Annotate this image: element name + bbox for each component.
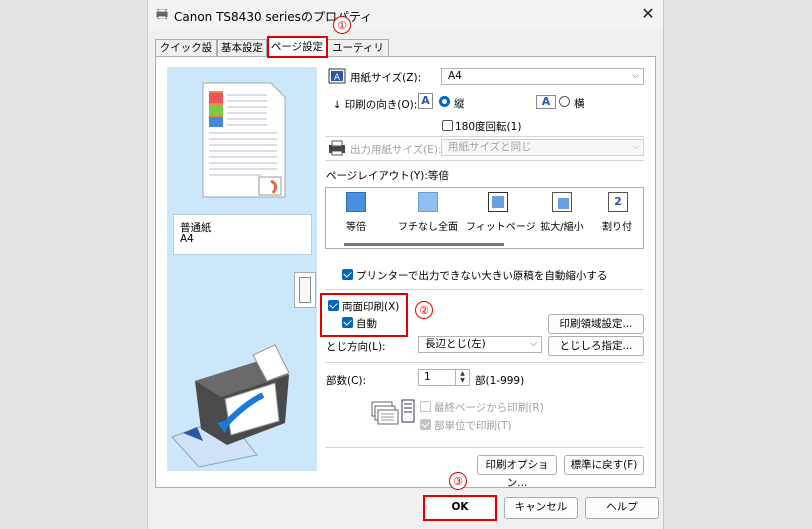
landscape-radio[interactable] — [559, 96, 570, 107]
printer-illustration-icon — [171, 344, 290, 467]
close-icon[interactable]: ✕ — [638, 4, 658, 24]
svg-text:A: A — [334, 73, 341, 83]
tab-main[interactable]: 基本設定 — [217, 39, 267, 56]
layout-multipage-icon: 2 — [608, 192, 628, 212]
printer-icon — [156, 9, 168, 19]
binding-value: 長辺とじ(左) — [425, 338, 486, 350]
layout-scaled-item[interactable]: 拡大/縮小 — [534, 192, 590, 233]
layout-fit-item[interactable]: フィットページ — [466, 192, 536, 233]
layout-borderless-label: フチなし全面 — [398, 222, 458, 233]
binding-select[interactable]: 長辺とじ(左) ⌵ — [418, 336, 542, 353]
binding-label: とじ方向(L): — [326, 341, 386, 353]
duplex-preview-page-icon — [294, 272, 316, 308]
layout-fit-label: フィットページ — [466, 222, 536, 233]
auto-reduce-checkbox[interactable] — [342, 269, 353, 280]
arrow-down-icon: ↓ — [333, 100, 342, 111]
media-info-box: 普通紙 A4 — [173, 214, 312, 255]
output-paper-label: 出力用紙サイズ(E): — [350, 144, 442, 156]
duplex-label: 両面印刷(X) — [342, 301, 400, 313]
title-bar: Canon TS8430 seriesのプロパティ ✕ — [148, 0, 663, 30]
divider — [325, 136, 644, 137]
tab-quick-setup[interactable]: クイック設定 — [155, 39, 217, 71]
collate-icon — [371, 399, 415, 425]
output-paper-icon — [329, 140, 345, 156]
cancel-button[interactable]: キャンセル — [504, 497, 578, 519]
page-preview-icon — [202, 82, 286, 198]
collate-checkbox[interactable] — [420, 419, 431, 430]
layout-normal-item[interactable]: 等倍 — [336, 192, 376, 233]
paper-size-value: A4 — [448, 70, 462, 82]
copies-value[interactable]: 1 — [424, 371, 431, 383]
rotate-180-label: 180度回転(1) — [455, 121, 522, 133]
orientation-label: ↓ 印刷の向き(O): — [333, 97, 417, 112]
layout-normal-label: 等倍 — [346, 222, 366, 233]
duplex-checkbox[interactable] — [328, 300, 339, 311]
divider — [325, 160, 644, 161]
layout-borderless-item[interactable]: フチなし全面 — [396, 192, 460, 233]
divider — [325, 447, 644, 448]
binding-margin-button[interactable]: とじしろ指定... — [548, 336, 644, 356]
landscape-label: 横 — [574, 98, 585, 110]
annotation-marker-1: ① — [333, 16, 351, 34]
page-layout-list[interactable]: 等倍 フチなし全面 フィットページ 拡大/縮小 2 割り付 — [325, 187, 644, 249]
properties-dialog: Canon TS8430 seriesのプロパティ ✕ クイック設定 基本設定 … — [147, 0, 664, 529]
rotate-180-checkbox[interactable] — [442, 120, 453, 131]
chevron-down-icon: ⌵ — [632, 71, 639, 81]
collate-label: 部単位で印刷(T) — [434, 420, 512, 432]
portrait-label: 縦 — [454, 98, 465, 110]
paper-size-select[interactable]: A4 ⌵ — [441, 68, 644, 85]
divider — [325, 362, 644, 363]
layout-fit-icon — [488, 192, 508, 212]
help-button[interactable]: ヘルプ — [585, 497, 659, 519]
layout-scaled-icon — [552, 192, 572, 212]
output-paper-value: 用紙サイズと同じ — [448, 141, 532, 153]
paper-size-label: 用紙サイズ(Z): — [350, 72, 422, 84]
print-area-button[interactable]: 印刷領域設定... — [548, 314, 644, 334]
annotation-marker-3: ③ — [449, 472, 467, 490]
layout-normal-icon — [346, 192, 366, 212]
duplex-auto-checkbox[interactable] — [342, 317, 353, 328]
page-layout-label: ページレイアウト(Y):等倍 — [326, 170, 449, 182]
portrait-radio[interactable] — [439, 96, 450, 107]
tab-utility[interactable]: ユーティリティ — [327, 39, 389, 71]
restore-defaults-button[interactable]: 標準に戻す(F) — [564, 455, 644, 475]
layout-multipage-label: 割り付 — [602, 222, 632, 233]
copies-label: 部数(C): — [326, 375, 367, 387]
landscape-icon: A — [536, 95, 556, 109]
output-paper-select[interactable]: 用紙サイズと同じ ⌵ — [441, 139, 644, 156]
portrait-icon: A — [418, 93, 433, 109]
tab-highlight — [267, 36, 328, 58]
layout-multipage-item[interactable]: 2 割り付 — [602, 192, 643, 233]
reverse-order-checkbox[interactable] — [420, 401, 431, 412]
preview-pane: 普通紙 A4 — [167, 67, 317, 471]
ok-button[interactable]: OK — [427, 498, 493, 518]
divider — [325, 289, 644, 290]
chevron-down-icon: ⌵ — [632, 142, 639, 152]
annotation-marker-2: ② — [415, 301, 433, 319]
copies-range: 部(1-999) — [475, 375, 525, 387]
paper-size-icon: A — [328, 68, 346, 84]
copies-spinner[interactable]: 1 ▲ ▼ — [418, 369, 470, 386]
duplex-auto-label: 自動 — [356, 318, 377, 330]
print-options-button[interactable]: 印刷オプション... — [477, 455, 557, 489]
layout-scrollbar[interactable] — [344, 243, 504, 246]
chevron-down-icon: ⌵ — [530, 339, 537, 349]
media-size: A4 — [180, 233, 194, 245]
media-type: 普通紙 — [180, 222, 212, 234]
auto-reduce-label: プリンターで出力できない大きい原稿を自動縮小する — [356, 270, 608, 282]
orientation-label-text: 印刷の向き(O): — [344, 99, 418, 111]
layout-borderless-icon — [418, 192, 438, 212]
reverse-order-label: 最終ページから印刷(R) — [434, 402, 544, 414]
spinner-arrows-icon[interactable]: ▲ ▼ — [455, 370, 469, 385]
layout-scaled-label: 拡大/縮小 — [540, 222, 584, 233]
